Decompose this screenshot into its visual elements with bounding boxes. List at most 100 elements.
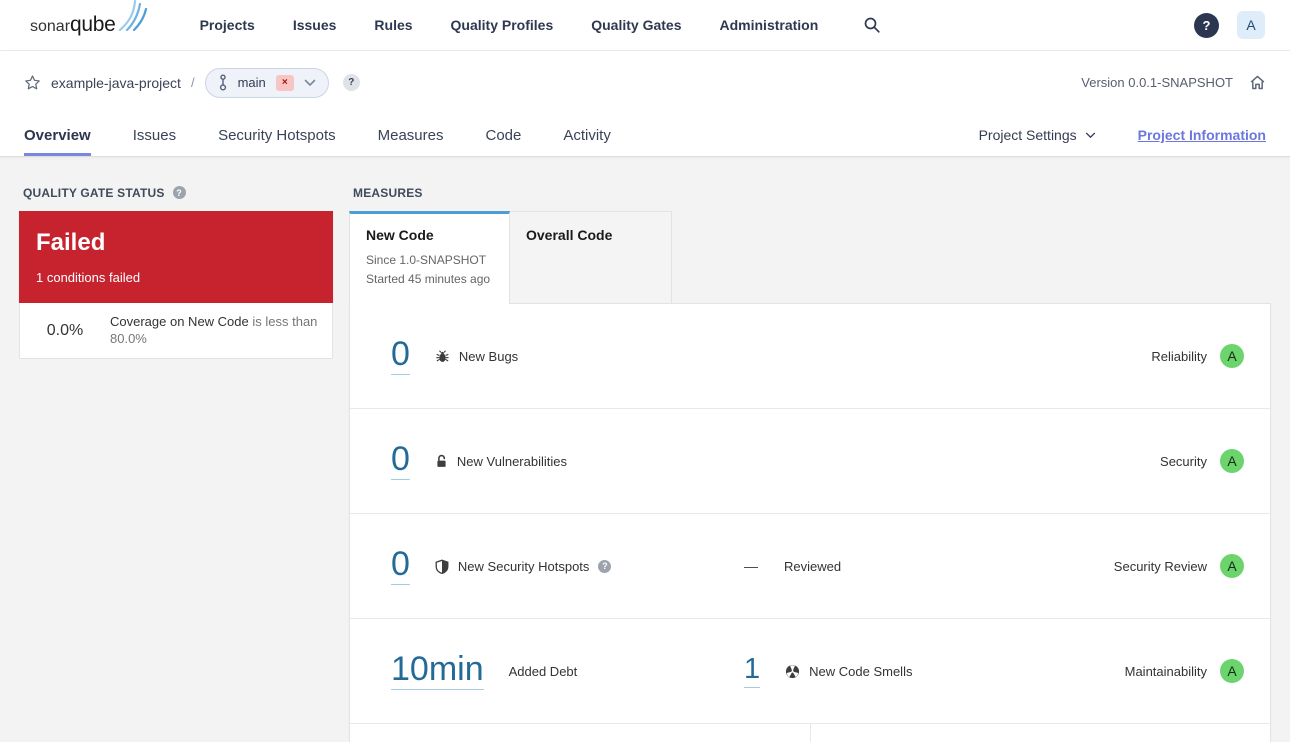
debt-label-group: Added Debt bbox=[509, 664, 578, 679]
reviewed-value-dash: — bbox=[744, 558, 758, 574]
nav-projects[interactable]: Projects bbox=[200, 17, 255, 33]
new-code-tab-label: New Code bbox=[366, 227, 434, 243]
project-tabs: Overview Issues Security Hotspots Measur… bbox=[0, 114, 1290, 156]
branch-failed-badge-close-icon[interactable]: × bbox=[275, 74, 294, 91]
added-debt-label: Added Debt bbox=[508, 663, 578, 679]
bug-icon bbox=[435, 349, 450, 364]
nav-administration[interactable]: Administration bbox=[720, 17, 819, 33]
added-debt-link[interactable]: 10min bbox=[391, 651, 484, 691]
measure-row-security-hotspots: 0 New Security Hotspots ? — Reviewed Sec… bbox=[350, 514, 1270, 619]
nav-issues[interactable]: Issues bbox=[293, 17, 337, 33]
measure-row-maintainability: 10min Added Debt 1 New Code Smells Maint… bbox=[350, 619, 1270, 724]
tab-new-code[interactable]: New Code Since 1.0-SNAPSHOT Started 45 m… bbox=[349, 211, 510, 304]
debt-left-group: 10min Added Debt bbox=[391, 651, 744, 691]
breadcrumb: example-java-project / main × ? Version … bbox=[0, 51, 1290, 114]
project-context-bar: example-java-project / main × ? Version … bbox=[0, 51, 1290, 157]
lock-icon bbox=[435, 454, 448, 469]
project-version: Version 0.0.1-SNAPSHOT bbox=[1081, 75, 1233, 90]
new-code-since: Since 1.0-SNAPSHOT bbox=[366, 253, 487, 267]
tab-code[interactable]: Code bbox=[485, 114, 521, 156]
logo-text-light: qube bbox=[70, 13, 116, 36]
reliability-rating-badge: A bbox=[1220, 344, 1244, 368]
overview-content: QUALITY GATE STATUS ? Failed 1 condition… bbox=[0, 157, 1290, 742]
quality-gate-status: Failed bbox=[36, 229, 106, 256]
breadcrumb-project-name[interactable]: example-java-project bbox=[51, 75, 181, 91]
security-label: Security bbox=[1160, 453, 1207, 469]
new-security-hotspots-label: New Security Hotspots bbox=[457, 558, 590, 574]
bugs-label-group: New Bugs bbox=[435, 349, 518, 364]
new-code-smells-count-link[interactable]: 1 bbox=[744, 654, 761, 688]
project-settings-dropdown[interactable]: Project Settings bbox=[979, 127, 1096, 143]
logo-swoosh-icon bbox=[118, 0, 147, 31]
avatar[interactable]: A bbox=[1237, 11, 1265, 39]
measures-tabs: New Code Since 1.0-SNAPSHOT Started 45 m… bbox=[349, 211, 1271, 304]
shield-icon bbox=[435, 559, 449, 574]
logo-text-bold: sonar bbox=[30, 18, 71, 35]
bottom-grid-cell-left bbox=[350, 724, 811, 742]
tab-issues[interactable]: Issues bbox=[133, 114, 176, 156]
quality-gate-conditions-summary: 1 conditions failed bbox=[36, 270, 141, 285]
nav-rules[interactable]: Rules bbox=[374, 17, 412, 33]
quality-gate-title-text: QUALITY GATE STATUS bbox=[23, 185, 165, 200]
nav-quality-profiles[interactable]: Quality Profiles bbox=[451, 17, 554, 33]
reliability-label: Reliability bbox=[1151, 348, 1207, 364]
new-vulnerabilities-count-link[interactable]: 0 bbox=[391, 441, 410, 481]
hotspots-left-group: 0 New Security Hotspots ? bbox=[391, 546, 744, 586]
security-hotspots-help-icon[interactable]: ? bbox=[598, 559, 612, 573]
vulnerabilities-label-group: New Vulnerabilities bbox=[435, 454, 567, 469]
tab-overall-code[interactable]: Overall Code bbox=[510, 211, 672, 303]
measure-row-vulnerabilities: 0 New Vulnerabilities Security A bbox=[350, 409, 1270, 514]
quality-gate-status-card: Failed 1 conditions failed bbox=[19, 211, 333, 303]
reviewed-label: Reviewed bbox=[784, 558, 842, 574]
new-code-smells-label: New Code Smells bbox=[809, 663, 913, 679]
new-code-started: Started 45 minutes ago bbox=[366, 272, 491, 287]
new-bugs-count-link[interactable]: 0 bbox=[391, 336, 410, 376]
new-vulnerabilities-label: New Vulnerabilities bbox=[456, 453, 567, 469]
nav-quality-gates[interactable]: Quality Gates bbox=[591, 17, 681, 33]
security-review-rating-badge: A bbox=[1220, 554, 1244, 578]
quality-gate-title: QUALITY GATE STATUS ? bbox=[23, 185, 333, 200]
home-icon[interactable] bbox=[1249, 74, 1266, 91]
tab-measures[interactable]: Measures bbox=[378, 114, 444, 156]
condition-metric: Coverage on New Code bbox=[110, 313, 249, 329]
bottom-grid-cell-right bbox=[811, 724, 1271, 742]
branch-name: main bbox=[237, 75, 266, 90]
measures-title: MEASURES bbox=[353, 185, 1271, 200]
maintainability-rating-badge: A bbox=[1220, 659, 1244, 683]
chevron-down-icon bbox=[304, 79, 316, 86]
code-smell-icon bbox=[785, 664, 800, 679]
new-security-hotspots-count-link[interactable]: 0 bbox=[391, 546, 410, 586]
branch-selector[interactable]: main × bbox=[204, 67, 329, 98]
help-button[interactable]: ? bbox=[1194, 12, 1219, 38]
branch-help-icon[interactable]: ? bbox=[342, 74, 360, 91]
condition-text: Coverage on New Code is less than 80.0% bbox=[110, 314, 318, 348]
project-information-link[interactable]: Project Information bbox=[1138, 127, 1266, 143]
quality-gate-help-icon[interactable]: ? bbox=[172, 186, 186, 199]
measures-bottom-grid bbox=[350, 724, 1270, 742]
new-bugs-label: New Bugs bbox=[458, 348, 519, 364]
breadcrumb-right: Version 0.0.1-SNAPSHOT bbox=[1081, 74, 1266, 91]
measure-row-bugs: 0 New Bugs Reliability A bbox=[350, 304, 1270, 409]
sonarqube-logo[interactable]: sonar qube bbox=[30, 0, 150, 37]
measures-panel: MEASURES New Code Since 1.0-SNAPSHOT Sta… bbox=[349, 185, 1271, 742]
tabs-right: Project Settings Project Information bbox=[979, 114, 1266, 156]
security-rating-badge: A bbox=[1220, 449, 1244, 473]
top-navigation: sonar qube Projects Issues Rules Quality … bbox=[0, 0, 1290, 51]
chevron-down-icon bbox=[1085, 132, 1095, 138]
security-review-label: Security Review bbox=[1113, 558, 1207, 574]
breadcrumb-separator: / bbox=[190, 75, 195, 90]
overall-code-tab-label: Overall Code bbox=[526, 227, 613, 243]
quality-gate-condition-row[interactable]: 0.0% Coverage on New Code is less than 8… bbox=[19, 303, 333, 359]
main-nav: Projects Issues Rules Quality Profiles Q… bbox=[200, 17, 819, 33]
topnav-right: ? A bbox=[1194, 11, 1265, 39]
hotspots-label-group: New Security Hotspots ? bbox=[435, 559, 612, 574]
favorite-star-icon[interactable] bbox=[24, 74, 41, 91]
measures-title-text: MEASURES bbox=[353, 185, 423, 200]
tab-security-hotspots[interactable]: Security Hotspots bbox=[218, 114, 336, 156]
tab-overview[interactable]: Overview bbox=[24, 114, 91, 156]
search-icon[interactable] bbox=[864, 17, 880, 33]
tab-activity[interactable]: Activity bbox=[563, 114, 611, 156]
condition-value: 0.0% bbox=[46, 321, 84, 339]
project-settings-label: Project Settings bbox=[978, 127, 1077, 143]
quality-gate-panel: QUALITY GATE STATUS ? Failed 1 condition… bbox=[19, 185, 333, 742]
